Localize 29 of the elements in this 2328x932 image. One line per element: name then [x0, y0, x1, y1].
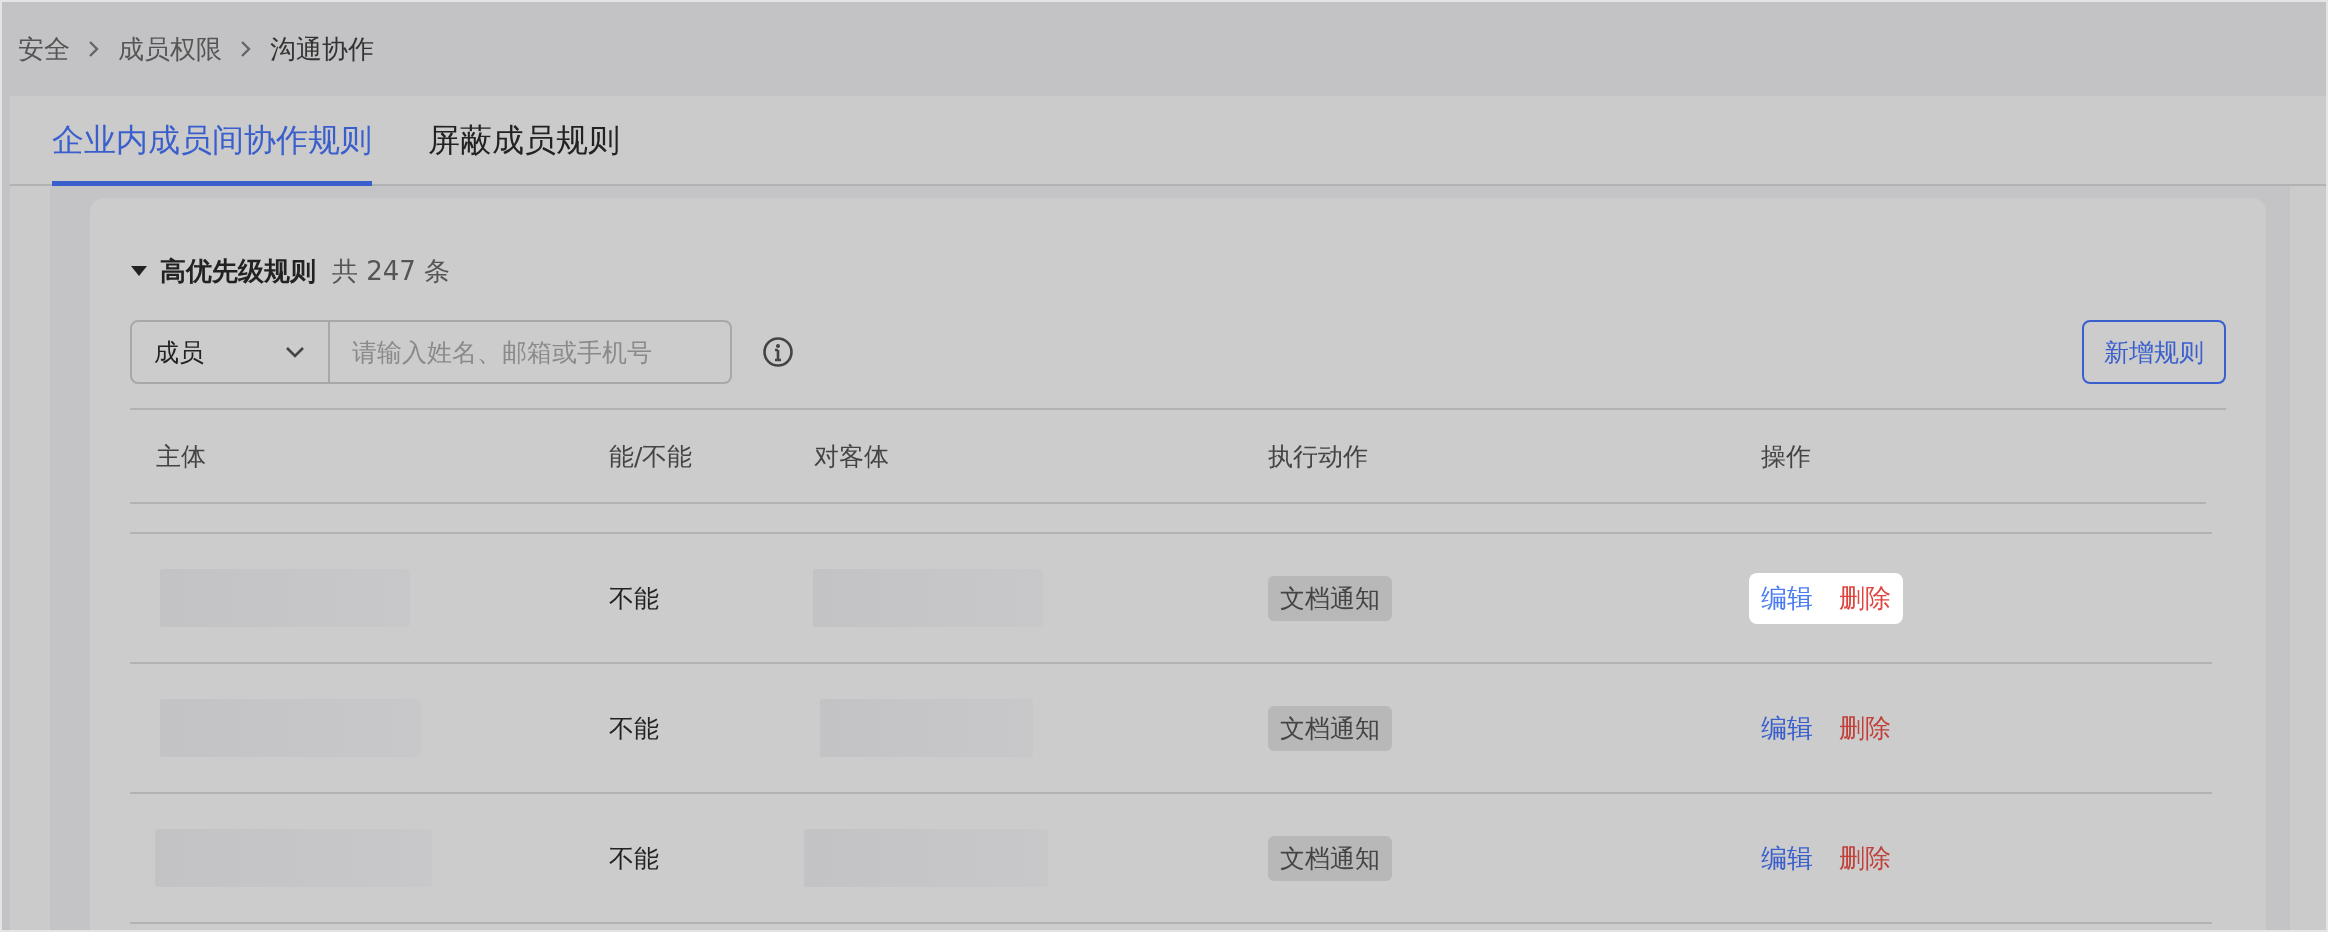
breadcrumb-item: 沟通协作 [270, 32, 374, 66]
add-rule-button[interactable]: 新增规则 [2082, 320, 2226, 384]
action-tag: 文档通知 [1268, 575, 1392, 621]
caret-down-icon[interactable] [130, 264, 148, 278]
column-header: 对客体 [813, 440, 890, 473]
table-cell-text: 不能 [608, 582, 660, 615]
delete-link[interactable]: 删除 [1839, 580, 1891, 616]
chevron-down-icon [284, 345, 306, 359]
section-title: 高优先级规则 [160, 254, 316, 288]
type-select[interactable]: 成员 [130, 320, 330, 384]
delete-link[interactable]: 删除 [1839, 840, 1891, 876]
breadcrumb-item[interactable]: 成员权限 [118, 31, 222, 67]
action-tag: 文档通知 [1268, 835, 1392, 881]
edit-link[interactable]: 编辑 [1761, 580, 1813, 616]
column-header: 执行动作 [1267, 440, 1369, 473]
breadcrumb-item[interactable]: 安全 [18, 31, 70, 67]
tab[interactable]: 屏蔽成员规则 [428, 96, 620, 186]
table-cell-text: 不能 [608, 712, 660, 745]
delete-link[interactable]: 删除 [1839, 710, 1891, 746]
table-cell-text: 不能 [608, 842, 660, 875]
info-icon[interactable] [762, 336, 794, 368]
edit-link[interactable]: 编辑 [1761, 840, 1813, 876]
rule-count: 共 247 条 [332, 254, 451, 288]
column-header: 主体 [155, 440, 207, 473]
column-header: 操作 [1760, 440, 1812, 473]
search-field[interactable]: 请输入姓名、邮箱或手机号 [330, 320, 732, 384]
edit-link[interactable]: 编辑 [1761, 710, 1813, 746]
column-header: 能/不能 [608, 440, 694, 473]
action-tag: 文档通知 [1268, 705, 1392, 751]
